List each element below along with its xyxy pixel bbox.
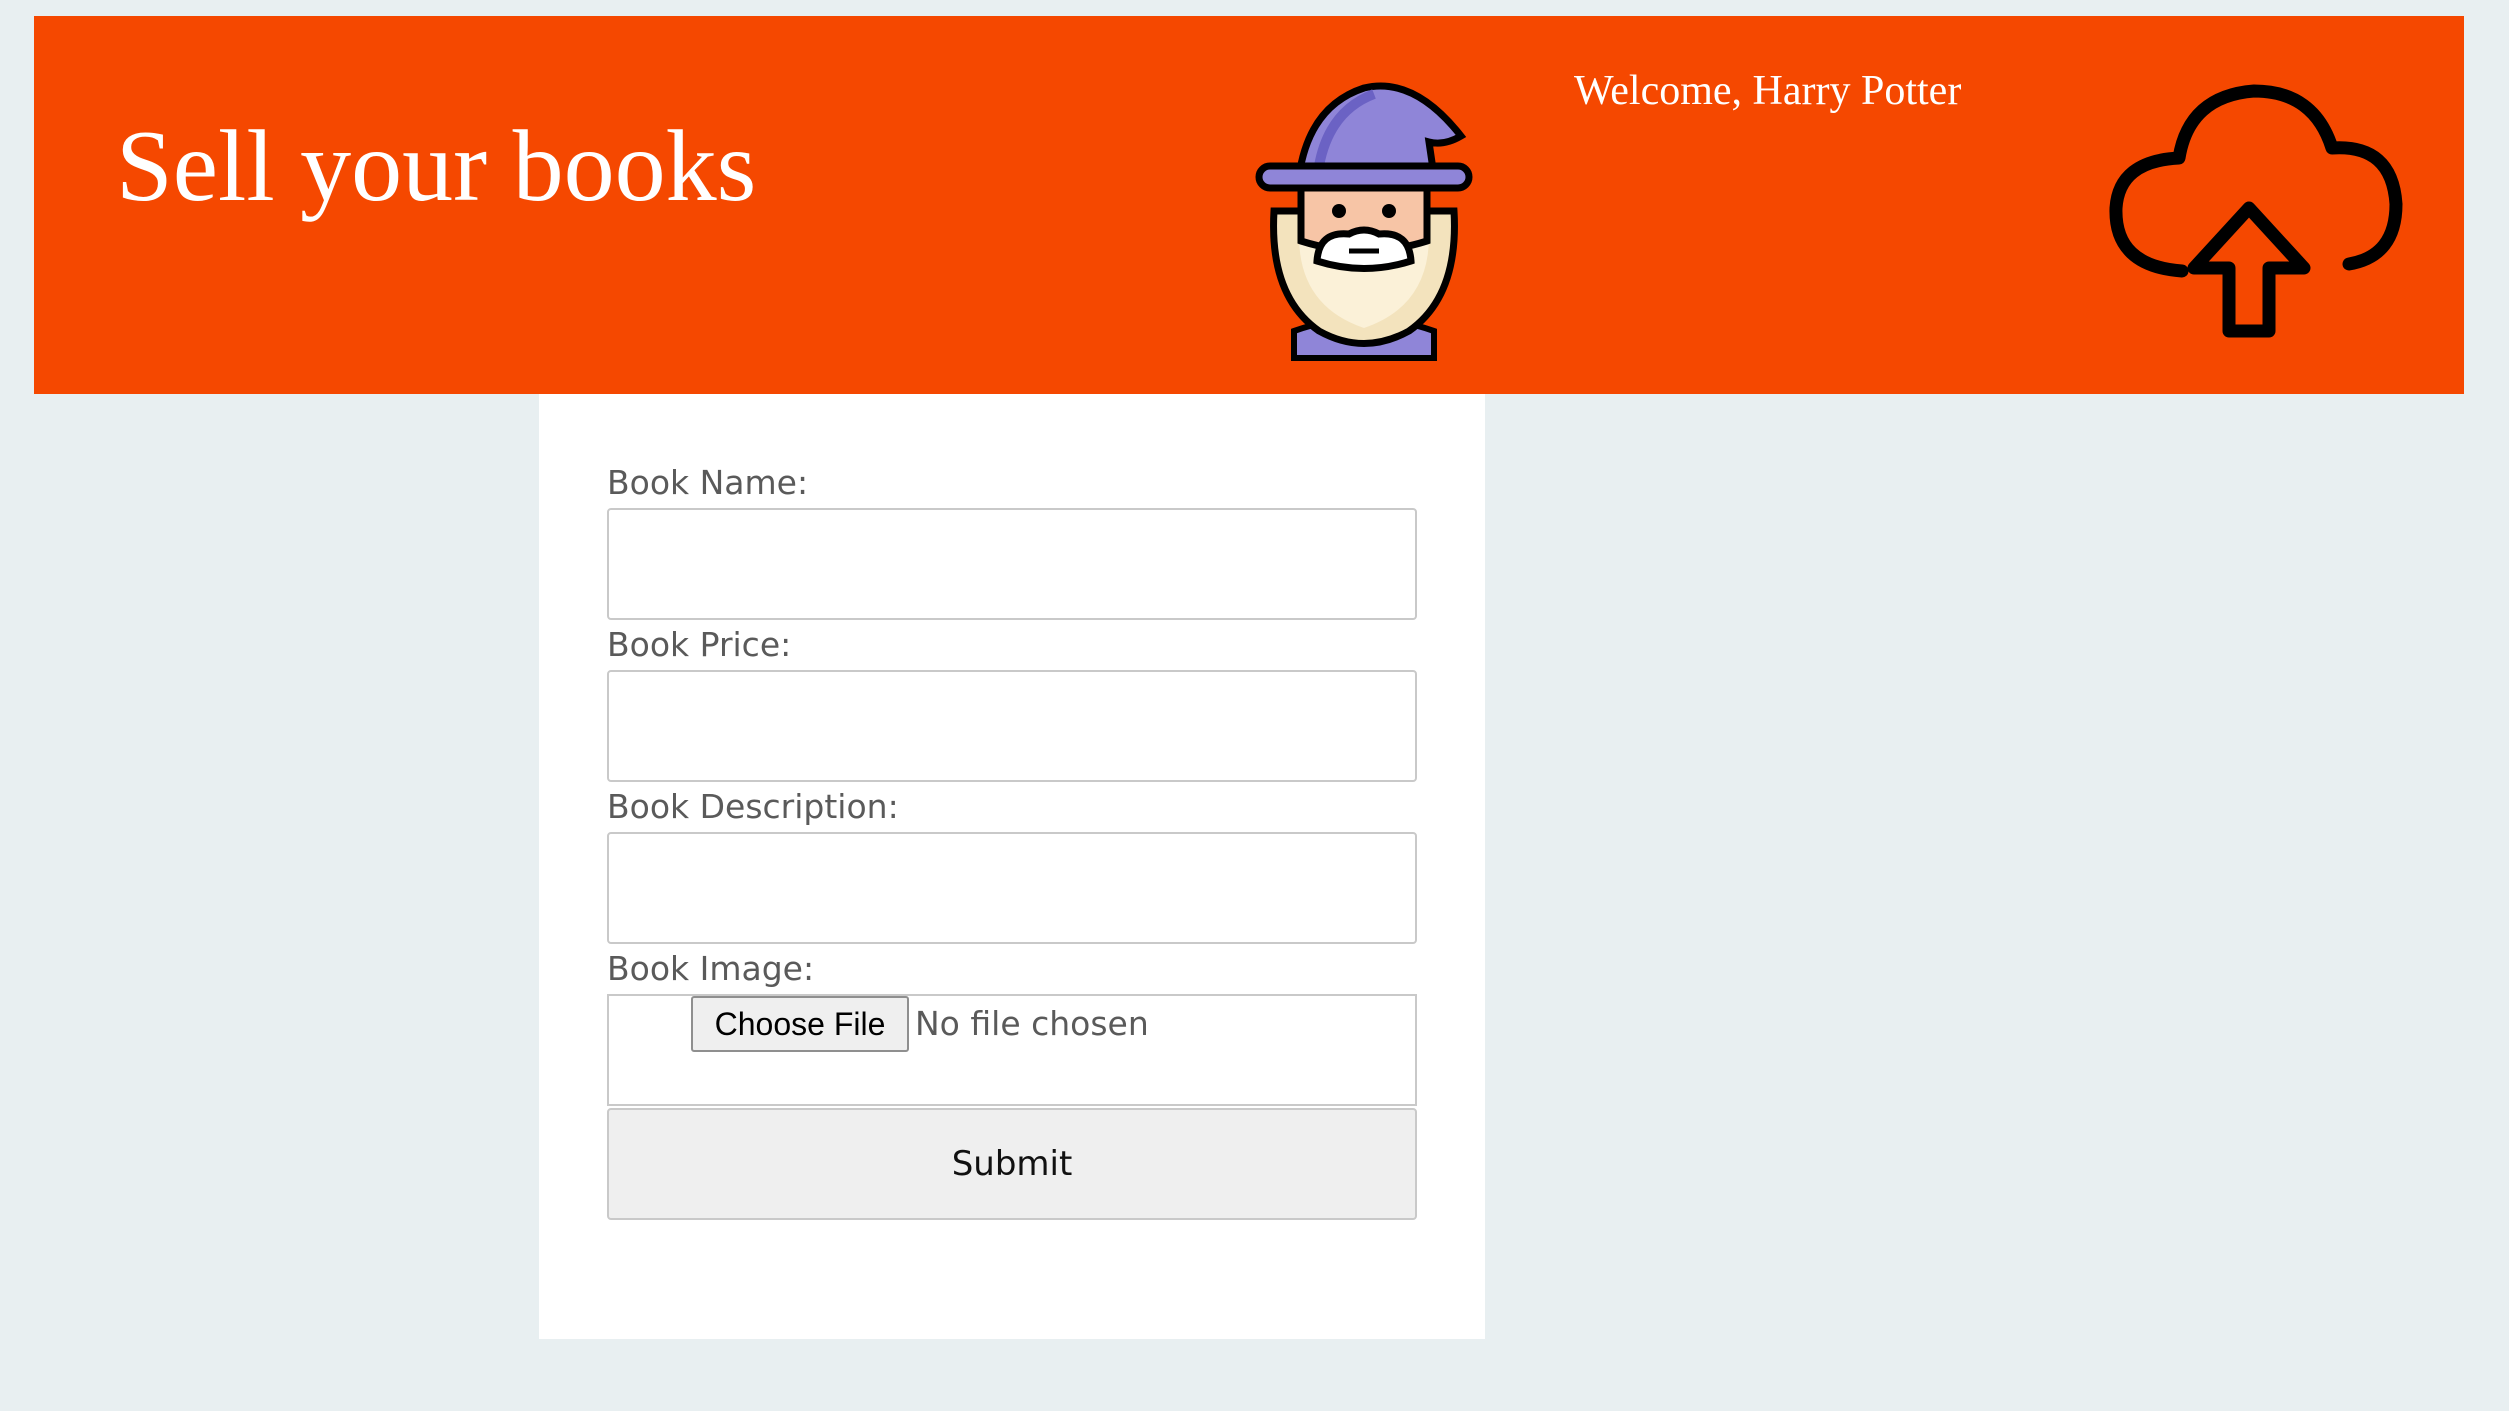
page-title: Sell your books xyxy=(116,110,757,223)
wizard-avatar-icon xyxy=(1255,82,1473,361)
book-price-input[interactable] xyxy=(607,670,1417,782)
book-name-label: Book Name: xyxy=(607,463,809,502)
file-status-text: No file chosen xyxy=(915,1004,1149,1043)
choose-file-button[interactable]: Choose File xyxy=(691,996,909,1052)
book-image-label: Book Image: xyxy=(607,949,815,988)
sell-book-form: Book Name: Book Price: Book Description:… xyxy=(539,394,1485,1339)
book-description-input[interactable] xyxy=(607,832,1417,944)
welcome-message: Welcome, Harry Potter xyxy=(1574,68,1962,114)
book-name-input[interactable] xyxy=(607,508,1417,620)
book-image-file-input[interactable]: Choose File No file chosen xyxy=(607,994,1417,1106)
book-description-label: Book Description: xyxy=(607,787,899,826)
cloud-upload-icon[interactable] xyxy=(2104,76,2404,356)
book-price-label: Book Price: xyxy=(607,625,792,664)
submit-button[interactable]: Submit xyxy=(607,1108,1417,1220)
page-header: Sell your books Welcome, Harry Potter xyxy=(34,16,2464,394)
